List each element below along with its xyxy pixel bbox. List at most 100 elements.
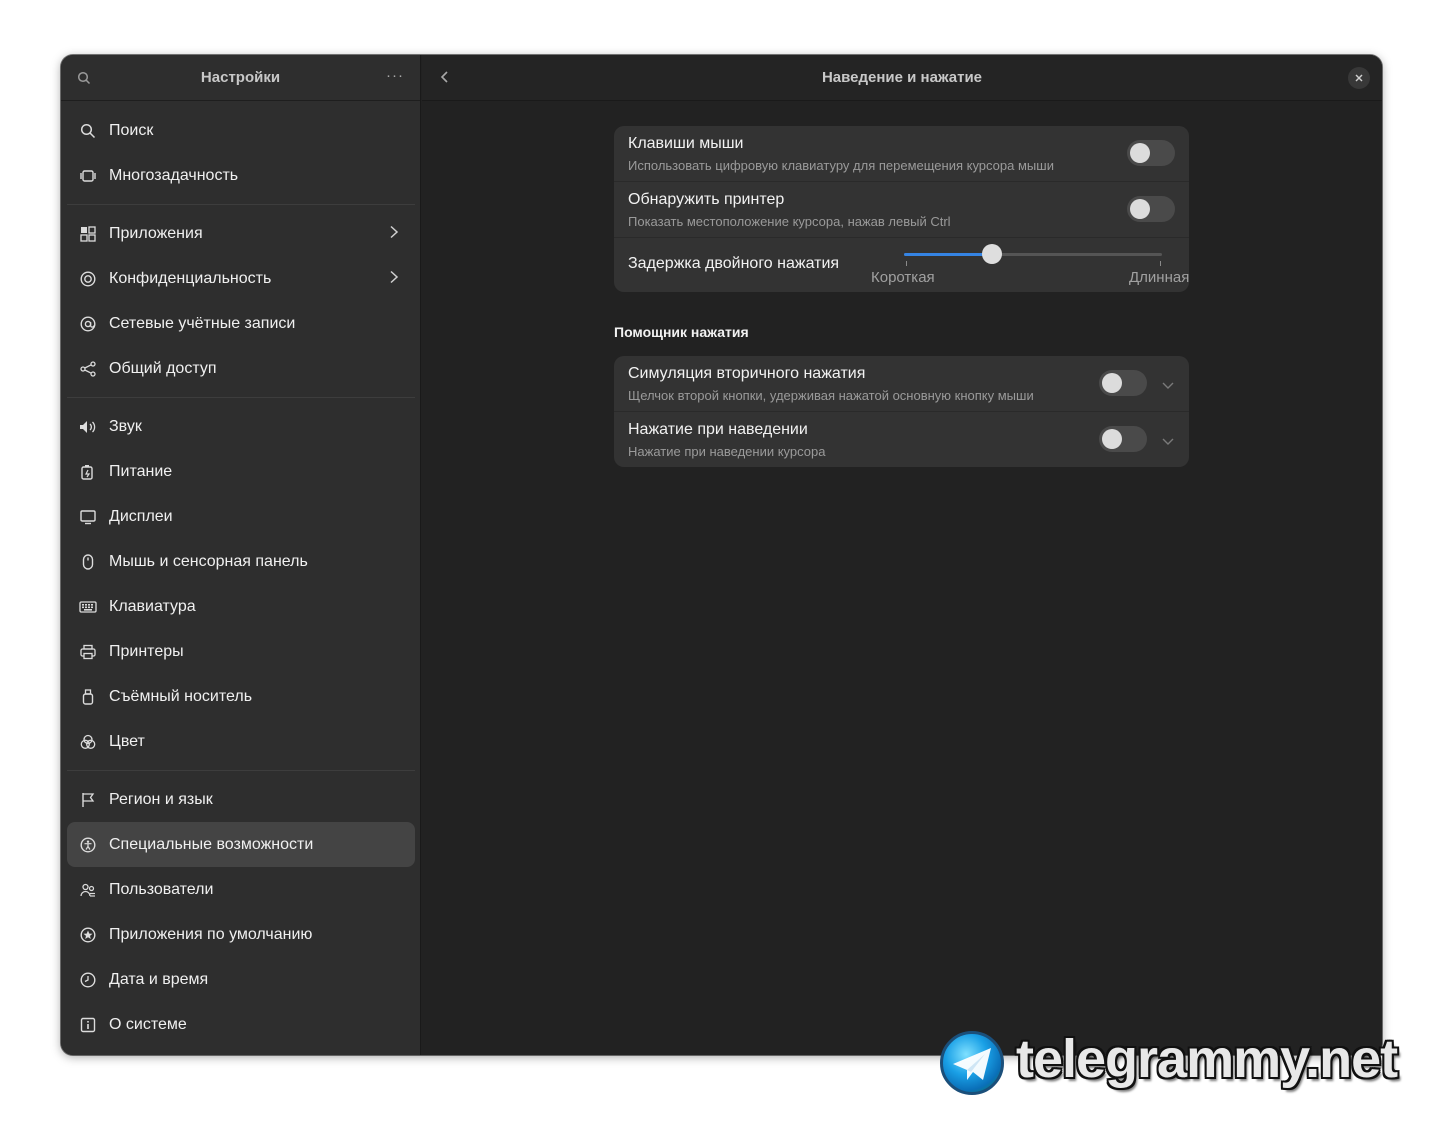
close-button[interactable] xyxy=(1348,67,1370,89)
sidebar-item-sound[interactable]: Звук xyxy=(67,404,415,449)
secondary-click-row[interactable]: Симуляция вторичного нажатия Щелчок втор… xyxy=(614,356,1189,412)
sidebar-item-info[interactable]: О системе xyxy=(67,1002,415,1047)
watermark-text: telegrammy.net xyxy=(1016,1029,1398,1089)
sidebar-item-label: Цвет xyxy=(109,732,145,750)
sidebar-item-region-flag[interactable]: Регион и язык xyxy=(67,777,415,822)
chevron-right-icon xyxy=(389,225,399,244)
hover-click-title: Нажатие при наведении xyxy=(628,421,808,438)
toggle-knob xyxy=(1102,429,1122,449)
sidebar-item-online-accounts[interactable]: Сетевые учётные записи xyxy=(67,301,415,346)
click-assist-heading: Помощник нажатия xyxy=(614,324,749,340)
secondary-click-toggle[interactable] xyxy=(1099,370,1147,396)
main-header: Наведение и нажатие xyxy=(422,55,1382,101)
sidebar-item-label: Сетевые учётные записи xyxy=(109,314,296,332)
sidebar-item-label: Съёмный носитель xyxy=(109,687,253,705)
sidebar-list: Поиск Многозадачность Приложения Конфиденци… xyxy=(67,108,415,1047)
power-icon xyxy=(79,463,97,481)
default-apps-icon xyxy=(79,926,97,944)
sidebar-item-search[interactable]: Поиск xyxy=(67,108,415,153)
chevron-right-icon xyxy=(389,270,399,289)
display-icon xyxy=(79,508,97,526)
sidebar-item-label: Дисплеи xyxy=(109,507,173,525)
hover-click-row[interactable]: Нажатие при наведении Нажатие при наведе… xyxy=(614,412,1189,467)
mouse-keys-subtitle: Использовать цифровую клавиатуру для пер… xyxy=(628,158,1054,173)
sidebar-item-label: Клавиатура xyxy=(109,597,196,615)
sidebar-item-label: О системе xyxy=(109,1015,187,1033)
slider-mark-min xyxy=(906,261,907,266)
toggle-knob xyxy=(1130,143,1150,163)
sidebar-item-label: Мышь и сенсорная панель xyxy=(109,552,308,570)
slider-handle[interactable] xyxy=(981,244,1002,264)
sidebar-item-label: Специальные возможности xyxy=(109,835,314,853)
secondary-click-subtitle: Щелчок второй кнопки, удерживая нажатой … xyxy=(628,388,1034,403)
region-flag-icon xyxy=(79,791,97,809)
sidebar-item-label: Приложения xyxy=(109,224,203,242)
sidebar-item-mouse[interactable]: Мышь и сенсорная панель xyxy=(67,539,415,584)
locate-pointer-title: Обнаружить принтер xyxy=(628,191,785,208)
telegram-logo-icon xyxy=(940,1031,1004,1095)
users-icon xyxy=(79,881,97,899)
locate-pointer-toggle[interactable] xyxy=(1127,196,1175,222)
sidebar-item-keyboard[interactable]: Клавиатура xyxy=(67,584,415,629)
sidebar-item-label: Конфиденциальность xyxy=(109,269,272,287)
privacy-icon xyxy=(79,270,97,288)
sidebar-item-apps[interactable]: Приложения xyxy=(67,211,415,256)
sidebar-item-removable-media[interactable]: Съёмный носитель xyxy=(67,674,415,719)
sidebar-item-power[interactable]: Питание xyxy=(67,449,415,494)
hover-click-toggle[interactable] xyxy=(1099,426,1147,452)
sidebar-item-clock[interactable]: Дата и время xyxy=(67,957,415,1002)
slider-mark-max xyxy=(1160,261,1161,266)
clock-icon xyxy=(79,971,97,989)
printer-icon xyxy=(79,643,97,661)
mouse-icon xyxy=(79,553,97,571)
color-icon xyxy=(79,733,97,751)
sidebar-separator xyxy=(67,391,415,404)
sidebar-item-default-apps[interactable]: Приложения по умолчанию xyxy=(67,912,415,957)
main-menu-button[interactable]: ··· xyxy=(386,67,404,84)
close-icon xyxy=(1355,74,1363,82)
sidebar-item-label: Многозадачность xyxy=(109,166,239,184)
removable-media-icon xyxy=(79,688,97,706)
search-icon xyxy=(79,122,97,140)
sidebar-item-accessibility[interactable]: Специальные возможности xyxy=(67,822,415,867)
multitasking-icon xyxy=(79,167,97,185)
settings-window: Настройки ··· Поиск Многозадачность Прилож… xyxy=(61,55,1382,1055)
sidebar-item-color[interactable]: Цвет xyxy=(67,719,415,764)
sidebar-title: Настройки xyxy=(200,69,281,86)
sidebar-item-label: Звук xyxy=(109,417,142,435)
double-click-delay-slider[interactable] xyxy=(904,244,1162,266)
apps-icon xyxy=(79,225,97,243)
main-panel: Наведение и нажатие Клавиши мыши Использ… xyxy=(422,55,1382,1055)
sidebar-item-label: Приложения по умолчанию xyxy=(109,925,313,943)
hover-click-subtitle: Нажатие при наведении курсора xyxy=(628,444,826,459)
sidebar-item-label: Дата и время xyxy=(109,970,209,988)
keyboard-icon xyxy=(79,598,97,616)
mouse-keys-toggle[interactable] xyxy=(1127,140,1175,166)
sidebar-item-display[interactable]: Дисплеи xyxy=(67,494,415,539)
mouse-keys-row[interactable]: Клавиши мыши Использовать цифровую клави… xyxy=(614,126,1189,182)
chevron-down-icon[interactable] xyxy=(1161,434,1175,452)
toggle-knob xyxy=(1130,199,1150,219)
sharing-icon xyxy=(79,360,97,378)
sidebar-item-privacy[interactable]: Конфиденциальность xyxy=(67,256,415,301)
accessibility-icon xyxy=(79,836,97,854)
mouse-keys-title: Клавиши мыши xyxy=(628,135,744,152)
sidebar-item-printer[interactable]: Принтеры xyxy=(67,629,415,674)
sidebar-item-label: Регион и язык xyxy=(109,790,213,808)
double-click-title: Задержка двойного нажатия xyxy=(628,255,840,272)
slider-min-label: Короткая xyxy=(871,269,935,286)
sidebar-item-sharing[interactable]: Общий доступ xyxy=(67,346,415,391)
sound-icon xyxy=(79,418,97,436)
sidebar-item-multitasking[interactable]: Многозадачность xyxy=(67,153,415,198)
click-assist-group: Симуляция вторичного нажатия Щелчок втор… xyxy=(614,356,1189,467)
sidebar-item-label: Общий доступ xyxy=(109,359,217,377)
sidebar: Настройки ··· Поиск Многозадачность Прилож… xyxy=(61,55,421,1055)
locate-pointer-row[interactable]: Обнаружить принтер Показать местоположен… xyxy=(614,182,1189,238)
sidebar-separator xyxy=(67,198,415,211)
sidebar-item-users[interactable]: Пользователи xyxy=(67,867,415,912)
sidebar-item-label: Питание xyxy=(109,462,173,480)
sidebar-item-label: Пользователи xyxy=(109,880,214,898)
chevron-down-icon[interactable] xyxy=(1161,378,1175,396)
watermark: telegrammy.net xyxy=(940,1028,1430,1098)
info-icon xyxy=(79,1016,97,1034)
